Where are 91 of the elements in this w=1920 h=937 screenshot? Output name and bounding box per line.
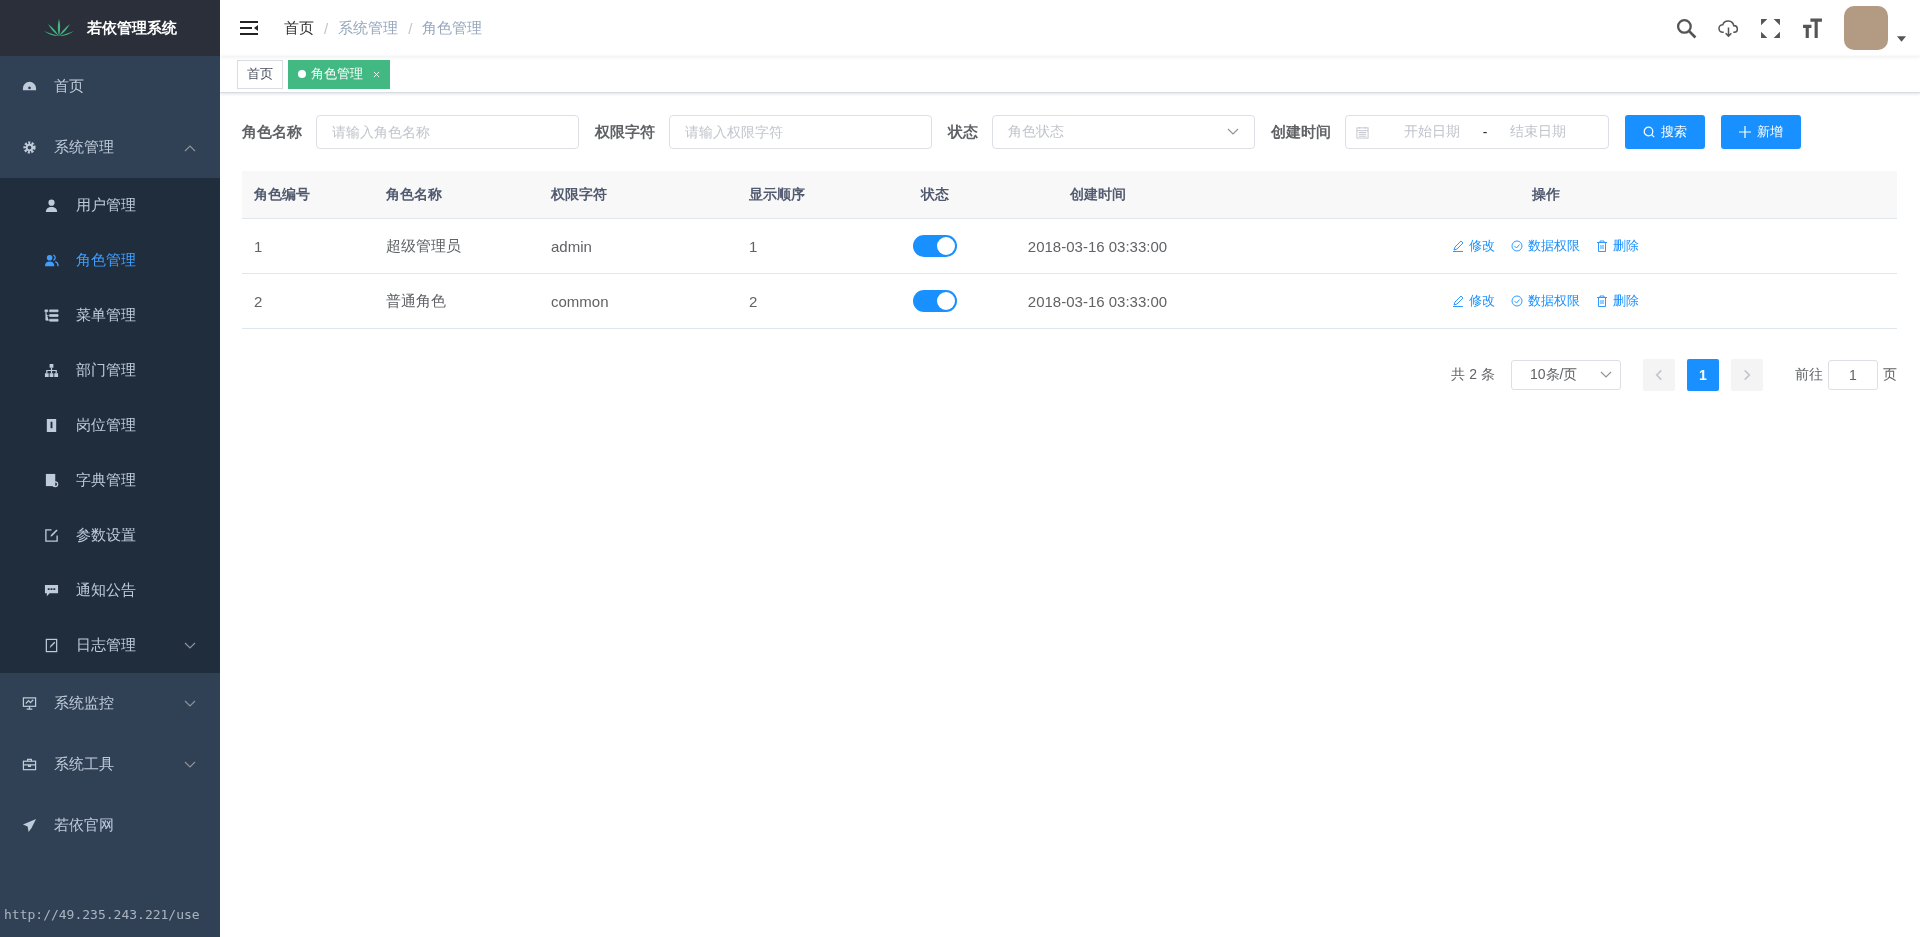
caret-down-icon[interactable] <box>1897 36 1906 42</box>
date-range-picker[interactable]: 开始日期 - 结束日期 <box>1345 115 1609 149</box>
app-title: 若依管理系统 <box>87 18 177 38</box>
table-cell: common <box>551 292 609 310</box>
submenu-item[interactable]: 角色管理 <box>0 233 220 288</box>
status-url: http://49.235.243.221/use <box>4 907 200 922</box>
toolbox-icon <box>22 757 37 772</box>
menu-fold-icon[interactable] <box>240 21 258 35</box>
page-unit-label: 页 <box>1883 366 1897 384</box>
column-header: 显示顺序 <box>749 185 805 202</box>
filter-label: 权限字符 <box>595 122 656 142</box>
submenu-item[interactable]: 岗位管理 <box>0 398 220 453</box>
table-cell: 2018-03-16 03:33:00 <box>1027 237 1168 255</box>
table-cell: 2 <box>749 292 758 310</box>
search-icon[interactable] <box>1676 17 1697 39</box>
leaf-logo-icon <box>43 18 75 38</box>
column-header: 角色名称 <box>386 185 442 202</box>
edit-icon <box>44 528 59 543</box>
paper-plane-icon <box>22 818 37 833</box>
org-chart-icon <box>44 363 59 378</box>
cloud-download-icon[interactable] <box>1718 17 1739 39</box>
tree-table-icon <box>44 308 59 323</box>
submenu-item[interactable]: 日志管理 <box>0 618 220 673</box>
users-icon <box>44 253 59 268</box>
column-header: 状态 <box>921 185 949 204</box>
badge-icon <box>44 418 59 433</box>
plus-icon <box>1739 126 1751 138</box>
goto-label: 前往 <box>1795 366 1823 384</box>
pencil-icon <box>1452 295 1464 307</box>
user-icon <box>44 198 59 213</box>
filter-label: 状态 <box>948 122 979 142</box>
breadcrumb-separator: / <box>408 19 413 37</box>
table-cell: 超级管理员 <box>386 236 461 254</box>
table-cell: 1 <box>254 237 263 255</box>
submenu-item[interactable]: 参数设置 <box>0 508 220 563</box>
menu-item[interactable]: 若依官网 <box>0 795 220 856</box>
check-circle-icon <box>1511 240 1523 252</box>
table-cell: 普通角色 <box>386 291 446 309</box>
breadcrumb-separator: / <box>324 19 329 37</box>
breadcrumb-item: 角色管理 <box>422 18 483 38</box>
avatar-photo-placeholder[interactable] <box>1844 6 1888 50</box>
message-icon <box>44 583 59 598</box>
submenu-item[interactable]: 部门管理 <box>0 343 220 398</box>
table-cell: 2 <box>254 292 263 310</box>
delete-link[interactable]: 删除 <box>1596 237 1639 255</box>
column-header: 操作 <box>1531 185 1560 204</box>
calendar-icon <box>1356 125 1369 139</box>
column-header: 创建时间 <box>1069 185 1126 204</box>
trash-icon <box>1596 240 1608 252</box>
table-cell: 2018-03-16 03:33:00 <box>1027 292 1168 310</box>
pencil-icon <box>1452 240 1464 252</box>
text-input[interactable]: 请输入权限字符 <box>669 115 932 149</box>
search-icon <box>1643 126 1655 138</box>
submenu-item[interactable]: 通知公告 <box>0 563 220 618</box>
monitor-icon <box>22 696 37 711</box>
submenu-item[interactable]: 菜单管理 <box>0 288 220 343</box>
table-cell: admin <box>551 237 592 255</box>
edit-link[interactable]: 修改 <box>1452 292 1495 310</box>
document-icon <box>44 473 59 488</box>
column-header: 角色编号 <box>254 185 310 202</box>
breadcrumb-item[interactable]: 首页 <box>284 18 314 38</box>
page-input[interactable]: 1 <box>1828 360 1878 390</box>
log-icon <box>44 638 59 653</box>
chevron-down-icon <box>1600 371 1612 379</box>
gear-icon <box>22 140 37 155</box>
delete-link[interactable]: 删除 <box>1596 292 1639 310</box>
status-switch[interactable] <box>913 290 957 312</box>
table-cell: 1 <box>749 237 758 255</box>
page-tab[interactable]: 首页 <box>237 59 283 89</box>
active-dot-icon <box>298 70 306 78</box>
filter-label: 创建时间 <box>1271 122 1332 142</box>
column-header: 权限字符 <box>551 185 607 202</box>
menu-item[interactable]: 系统工具 <box>0 734 220 795</box>
status-switch[interactable] <box>913 235 957 257</box>
submenu-item[interactable]: 字典管理 <box>0 453 220 508</box>
data-scope-link[interactable]: 数据权限 <box>1511 237 1580 255</box>
submenu-item[interactable]: 用户管理 <box>0 178 220 233</box>
total-count: 共 2 条 <box>1451 366 1495 384</box>
chevron-down-icon <box>1227 128 1239 136</box>
data-scope-link[interactable]: 数据权限 <box>1511 292 1580 310</box>
menu-item[interactable]: 首页 <box>0 56 220 117</box>
menu-item[interactable]: 系统监控 <box>0 673 220 734</box>
menu-item[interactable]: 系统管理 <box>0 117 220 178</box>
fullscreen-icon[interactable] <box>1760 17 1781 39</box>
edit-link[interactable]: 修改 <box>1452 237 1495 255</box>
trash-icon <box>1596 295 1608 307</box>
filter-label: 角色名称 <box>242 122 303 142</box>
page-size-select[interactable]: 10条/页 <box>1511 360 1621 390</box>
font-size-icon[interactable] <box>1802 17 1823 39</box>
text-input[interactable]: 请输入角色名称 <box>316 115 579 149</box>
check-circle-icon <box>1511 295 1523 307</box>
